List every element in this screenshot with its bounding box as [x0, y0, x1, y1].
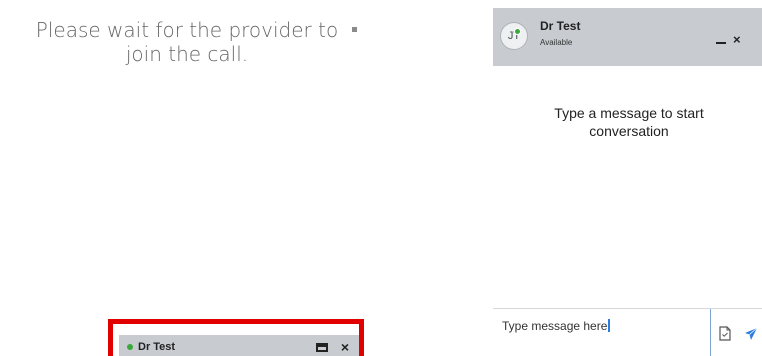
- minimize-button[interactable]: [716, 42, 726, 44]
- close-icon[interactable]: ×: [341, 340, 349, 354]
- document-icon[interactable]: [719, 326, 731, 341]
- waiting-message: Please wait for the provider to join the…: [35, 18, 339, 66]
- contact-name: Dr Test: [540, 19, 581, 33]
- send-icon[interactable]: [744, 327, 758, 341]
- message-composer: Type message here: [493, 308, 762, 356]
- online-status-dot: [514, 28, 521, 35]
- video-visit-screen: Please wait for the provider to join the…: [0, 0, 762, 356]
- online-status-dot: [127, 344, 133, 350]
- contact-status: Available: [540, 38, 573, 47]
- minimized-chat-bar[interactable]: Dr Test ×: [119, 335, 359, 356]
- waiting-indicator: [352, 27, 357, 32]
- avatar: JT: [500, 22, 528, 50]
- close-button[interactable]: ×: [733, 32, 741, 47]
- text-caret: [608, 319, 611, 332]
- minimized-chat-name: Dr Test: [138, 341, 176, 353]
- empty-conversation-message: Type a message to start conversation: [554, 105, 704, 139]
- message-input[interactable]: Type message here: [493, 309, 711, 356]
- chat-header: JT Dr Test Available ×: [493, 8, 762, 66]
- chat-window: JT Dr Test Available × Type a message to…: [493, 0, 762, 356]
- maximize-icon[interactable]: [315, 342, 328, 352]
- minimized-chat-highlight: Dr Test ×: [108, 319, 364, 356]
- message-input-text: Type message here: [502, 318, 608, 333]
